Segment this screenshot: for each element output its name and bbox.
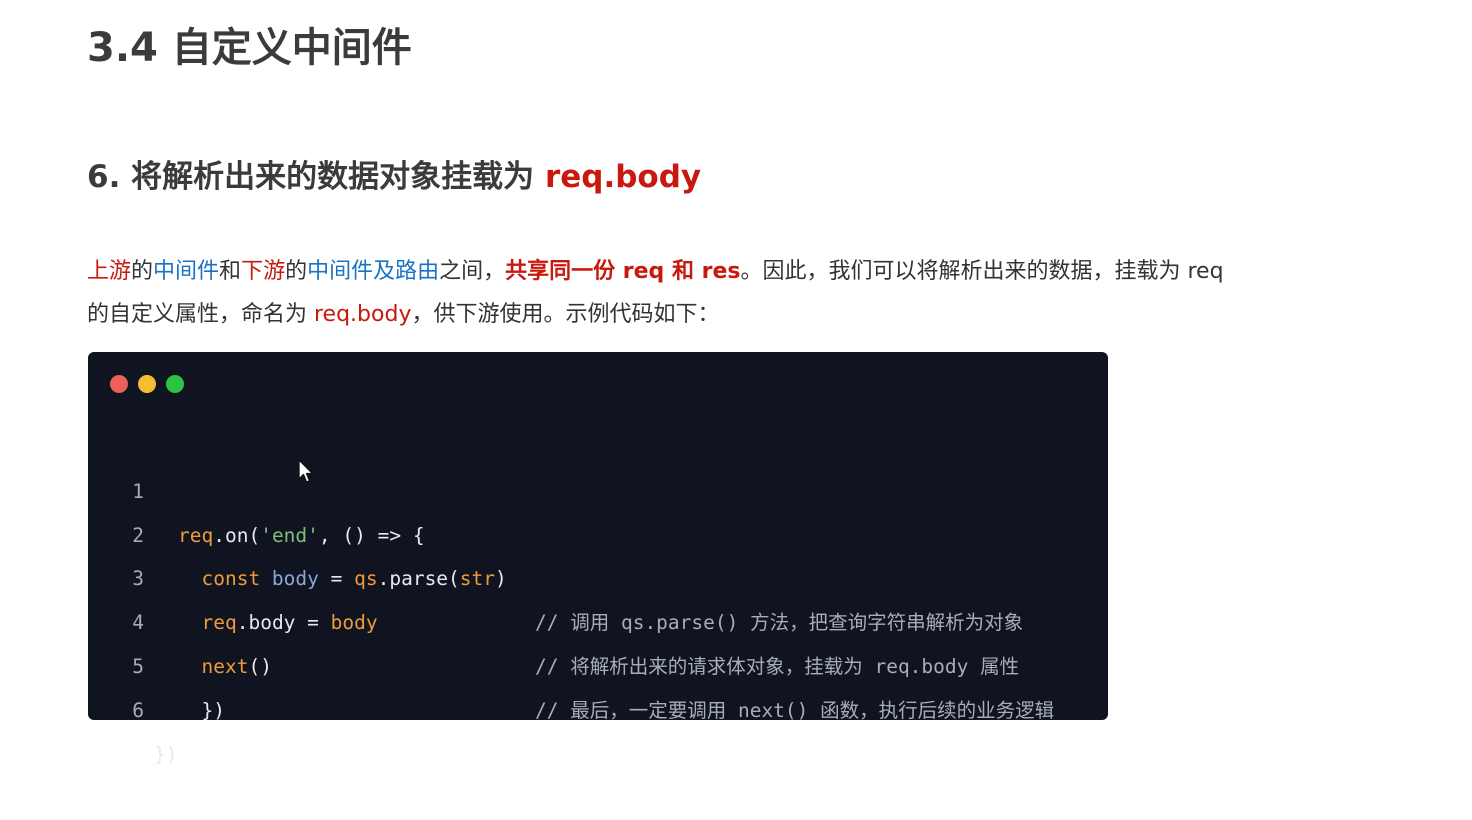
para-text: 。因此，我们可以将解析出来的数据，挂载为 req xyxy=(740,259,1224,284)
code-source: }) xyxy=(154,742,178,766)
para-text: 和 xyxy=(219,259,242,284)
page-title: 3.4 自定义中间件 xyxy=(87,25,412,71)
description-paragraph: 上游的中间件和下游的中间件及路由之间，共享同一份 req 和 res。因此，我们… xyxy=(87,250,1367,336)
term-middleware: 中间件 xyxy=(153,259,220,284)
term-middleware-and-router: 中间件及路由 xyxy=(307,259,440,284)
para-text: 的 xyxy=(285,259,308,284)
window-controls xyxy=(110,375,184,393)
code-line: 4 next() // 最后，一定要调用 next() 函数，执行后续的业务逻辑 xyxy=(88,557,1108,722)
para-text: 的 xyxy=(131,259,154,284)
term-req-body: req.body xyxy=(314,302,412,327)
section-heading-accent: req.body xyxy=(544,159,702,195)
term-downstream: 下游 xyxy=(241,259,286,284)
code-comment: // 最后，一定要调用 next() 函数，执行后续的业务逻辑 xyxy=(535,698,1055,722)
term-upstream: 上游 xyxy=(87,259,132,284)
para-text: 之间， xyxy=(439,259,506,284)
line-number: 6 xyxy=(132,698,144,722)
code-line: 2 const body = qs.parse(str) // 调用 qs.pa… xyxy=(88,470,1108,635)
maximize-dot-icon xyxy=(166,375,184,393)
para-text: ，供下游使用。示例代码如下： xyxy=(411,302,720,327)
code-source: }) xyxy=(178,698,225,722)
section-heading: 6. 将解析出来的数据对象挂载为 req.body xyxy=(87,154,701,200)
code-window: 1 req.on('end', () => { 2 const body = q… xyxy=(88,352,1108,766)
close-dot-icon xyxy=(110,375,128,393)
code-line: 6 }) xyxy=(88,645,1108,766)
term-share-req-res: 共享同一份 req 和 res xyxy=(505,259,741,284)
minimize-dot-icon xyxy=(138,375,156,393)
code-line: 5 }) xyxy=(88,601,1108,722)
code-line: 1 req.on('end', () => { xyxy=(88,426,1108,547)
mouse-pointer-icon xyxy=(298,459,314,483)
section-heading-prefix: 6. 将解析出来的数据对象挂载为 xyxy=(87,159,545,195)
code-line: 3 req.body = body // 将解析出来的请求体对象，挂载为 req… xyxy=(88,514,1108,678)
para-text: 的自定义属性，命名为 xyxy=(87,302,314,327)
code-block: 1 req.on('end', () => { 2 const body = q… xyxy=(88,426,1108,766)
